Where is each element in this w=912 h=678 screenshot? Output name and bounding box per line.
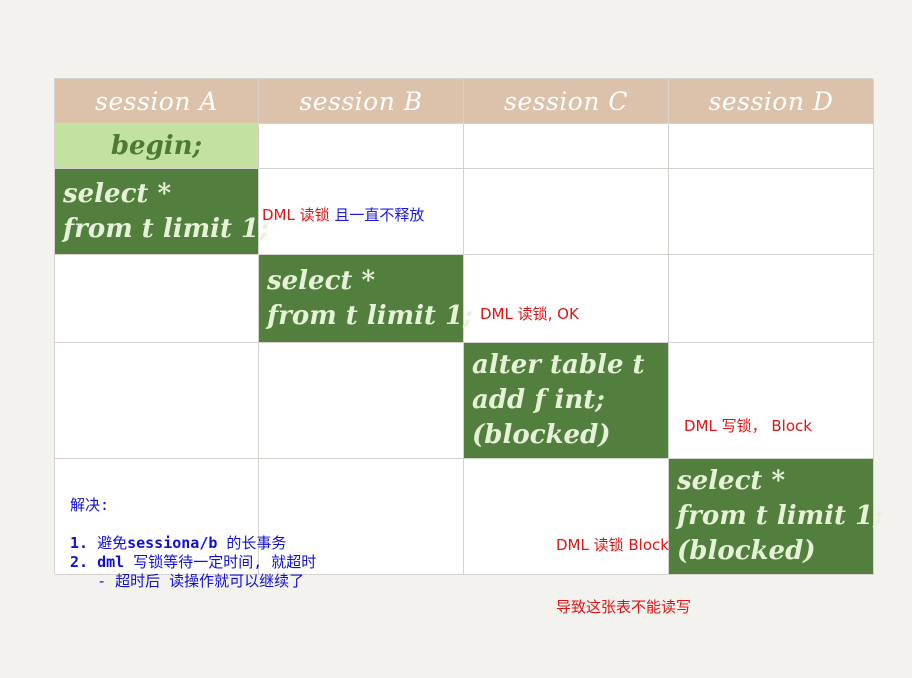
- code-line: (blocked): [472, 420, 611, 450]
- code-line: from t limit 1;: [267, 300, 473, 331]
- code-line: select *: [63, 178, 172, 209]
- solution-item2-post: 写锁等待一定时间, 就超时: [124, 553, 317, 571]
- code-line: from t limit 1;: [63, 213, 269, 244]
- code-line: alter table t: [472, 350, 645, 380]
- empty-cell: [55, 255, 259, 343]
- empty-cell: [669, 255, 874, 343]
- note-read-block: DML 读锁 Block: [556, 536, 669, 554]
- session-d-select: select * from t limit 1; (blocked): [669, 459, 883, 575]
- note-table-unusable: 导致这张表不能读写: [556, 598, 692, 616]
- empty-cell: [259, 343, 464, 459]
- empty-cell: [669, 169, 874, 255]
- empty-cell: [55, 343, 259, 459]
- solution-item1-pre: 避免: [88, 534, 128, 552]
- header-session-c: session C: [464, 79, 669, 124]
- header-session-b: session B: [259, 79, 464, 124]
- empty-cell: [464, 124, 669, 169]
- code-line: select *: [677, 466, 786, 496]
- solution-title: 解决:: [70, 496, 110, 514]
- note-blue-part: 且一直不释放: [329, 206, 425, 224]
- header-session-d: session D: [669, 79, 874, 124]
- session-b-select: select * from t limit 1;: [259, 255, 473, 343]
- solution-item2-sub: - 超时后 读操作就可以继续了: [70, 572, 305, 590]
- note-session-b-lock: DML 读锁 且一直不释放: [262, 204, 424, 225]
- empty-cell: [464, 169, 669, 255]
- code-line: add f int;: [472, 385, 605, 415]
- session-a-begin: begin;: [55, 124, 259, 169]
- solution-block: 解决: 1. 避免sessiona/b 的长事务 2. dml 写锁等待一定时间…: [70, 496, 316, 591]
- solution-item2-bold: dml: [88, 553, 125, 571]
- session-c-alter: alter table t add f int; (blocked): [464, 343, 669, 459]
- empty-cell: [669, 124, 874, 169]
- note-red-part: DML 读锁: [262, 206, 330, 224]
- empty-cell: [259, 124, 464, 169]
- empty-cell: [464, 255, 669, 343]
- note-session-c-ok: DML 读锁, OK: [480, 305, 579, 323]
- code-line: select *: [267, 265, 376, 296]
- header-session-a: session A: [55, 79, 259, 124]
- session-a-select: select * from t limit 1;: [55, 169, 269, 255]
- solution-item1-bold: sessiona/b: [127, 534, 218, 552]
- solution-item2-number: 2.: [70, 553, 89, 571]
- solution-item1-number: 1.: [70, 534, 89, 552]
- solution-item1-post: 的长事务: [217, 534, 287, 552]
- code-line: from t limit 1;: [677, 501, 883, 531]
- note-session-d-block: DML 写锁， Block: [684, 417, 812, 435]
- empty-cell: [464, 459, 669, 575]
- empty-cell: [669, 343, 874, 459]
- code-line: (blocked): [677, 536, 816, 566]
